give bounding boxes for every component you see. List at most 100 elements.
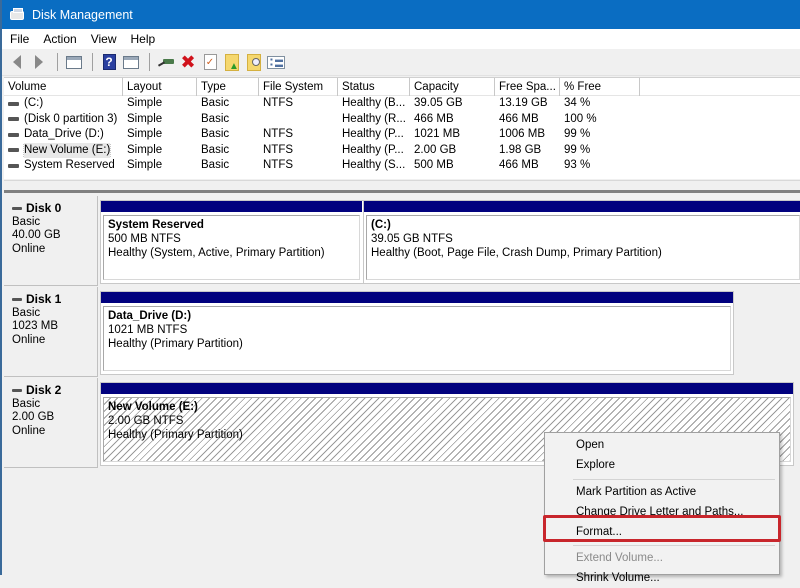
forward-button[interactable] (29, 52, 49, 72)
partition-c[interactable]: (C:) 39.05 GB NTFS Healthy (Boot, Page F… (363, 201, 800, 283)
disk-management-app-icon (10, 7, 26, 22)
partition-bar (101, 201, 362, 212)
disk-1-name-row: Disk 1 (12, 292, 97, 307)
disk-icon (12, 389, 22, 393)
cell-volume: (C:) (4, 96, 123, 112)
disk-0-label[interactable]: Disk 0 Basic 40.00 GB Online (4, 196, 98, 286)
open-button[interactable]: ▲ (222, 52, 242, 72)
show-hide-action-pane-button[interactable] (121, 52, 141, 72)
volume-row[interactable]: New Volume (E:) Simple Basic NTFS Healthy (P… (4, 142, 800, 159)
menu-action[interactable]: Action (43, 32, 76, 46)
menu-view[interactable]: View (91, 32, 117, 46)
cell-type: Basic (201, 112, 230, 125)
disk-0-partitions: System Reserved 500 MB NTFS Healthy (Sys… (100, 200, 800, 284)
disk-2-label[interactable]: Disk 2 Basic 2.00 GB Online (4, 378, 98, 468)
partition-bar (364, 201, 800, 212)
folder-search-icon (247, 53, 261, 71)
cell-filler (640, 112, 800, 128)
cell-type: Basic (201, 97, 230, 109)
disk-0-type: Basic (12, 215, 41, 228)
cell-filler (640, 158, 800, 174)
toolbar-separator (92, 53, 93, 71)
cell-percent-free: 99 % (564, 143, 591, 156)
partition-name: (C:) (371, 219, 391, 231)
disk-0-name-row: Disk 0 (12, 201, 97, 216)
column-header-percent-free[interactable]: % Free (560, 78, 640, 96)
column-header-status[interactable]: Status (338, 78, 410, 96)
partition-status: Healthy (Boot, Page File, Crash Dump, Pr… (371, 247, 662, 259)
delete-button[interactable]: ✖ (178, 52, 198, 72)
connect-virtual-disk-button[interactable] (156, 52, 176, 72)
menu-item-mark-partition-active[interactable]: Mark Partition as Active (545, 482, 779, 502)
volume-row[interactable]: System Reserved Simple Basic NTFS Healthy (S… (4, 158, 800, 174)
menu-file[interactable]: File (10, 32, 29, 46)
menu-item-explore[interactable]: Explore (545, 455, 779, 475)
disk-1-label[interactable]: Disk 1 Basic 1023 MB Online (4, 287, 98, 377)
disk-2-name-row: Disk 2 (12, 383, 97, 398)
cell-file-system: NTFS (263, 128, 294, 140)
cell-capacity: 2.00 GB (414, 143, 457, 156)
title-bar: Disk Management (2, 0, 800, 29)
cell-percent-free: 100 % (564, 112, 597, 125)
disk-2-name: Disk 2 (26, 383, 62, 397)
cell-layout: Simple (127, 112, 163, 125)
disk-2-state: Online (12, 424, 46, 437)
disk-0-state: Online (12, 242, 46, 255)
column-header-layout[interactable]: Layout (123, 78, 197, 96)
help-button[interactable]: ? (99, 52, 119, 72)
toolbar-separator (57, 53, 58, 71)
disk-1-state: Online (12, 333, 46, 346)
partition-system-reserved[interactable]: System Reserved 500 MB NTFS Healthy (Sys… (101, 201, 362, 283)
cell-filler (640, 143, 800, 159)
disk-0-name: Disk 0 (26, 201, 62, 215)
volume-name: New Volume (E:) (22, 142, 112, 158)
pane-splitter[interactable] (4, 180, 800, 193)
partition-size-fs: 39.05 GB NTFS (371, 233, 453, 245)
partition-d[interactable]: Data_Drive (D:) 1021 MB NTFS Healthy (Pr… (101, 292, 733, 374)
volume-row[interactable]: Data_Drive (D:) Simple Basic NTFS Healthy (P… (4, 127, 800, 143)
cell-status: Healthy (S... (342, 159, 406, 171)
explore-button[interactable] (244, 52, 264, 72)
cell-capacity: 466 MB (414, 112, 454, 125)
volume-row[interactable]: (C:) Simple Basic NTFS Healthy (B... 39.05 GB… (4, 96, 800, 112)
cell-type: Basic (201, 159, 230, 171)
cell-percent-free: 93 % (564, 159, 591, 171)
menu-help[interactable]: Help (131, 32, 156, 46)
menu-item-open[interactable]: Open (545, 435, 779, 455)
menu-bar: File Action View Help (2, 29, 800, 49)
menu-item-shrink-volume[interactable]: Shrink Volume... (545, 568, 779, 588)
volume-row[interactable]: (Disk 0 partition 3) Simple Basic Healthy (… (4, 112, 800, 128)
back-button[interactable] (7, 52, 27, 72)
partition-body: Data_Drive (D:) 1021 MB NTFS Healthy (Pr… (103, 306, 731, 371)
column-header-free-space[interactable]: Free Spa... (495, 78, 560, 96)
column-header-volume[interactable]: Volume (4, 78, 123, 96)
cell-file-system: NTFS (263, 159, 294, 171)
partition-name: Data_Drive (D:) (108, 310, 192, 322)
cell-file-system: NTFS (263, 143, 294, 156)
disk-row-1: Disk 1 Basic 1023 MB Online Data_Drive (… (4, 287, 800, 377)
cell-free-space: 466 MB (499, 112, 539, 125)
cell-volume: Data_Drive (D:) (4, 127, 123, 143)
cell-status: Healthy (R... (342, 112, 406, 125)
menu-separator (573, 545, 775, 546)
cell-filler (640, 96, 800, 112)
help-icon: ? (102, 54, 116, 70)
cell-file-system (259, 112, 338, 128)
partition-name: New Volume (E:) (108, 401, 198, 413)
connect-drive-icon (158, 57, 174, 67)
partition-size-fs: 2.00 GB NTFS (108, 415, 184, 427)
cell-type: Basic (201, 128, 230, 140)
volume-disk-icon (8, 148, 19, 153)
column-header-capacity[interactable]: Capacity (410, 78, 495, 96)
check-button[interactable]: ✓ (200, 52, 220, 72)
column-header-type[interactable]: Type (197, 78, 259, 96)
show-hide-console-tree-button[interactable] (64, 52, 84, 72)
column-header-file-system[interactable]: File System (259, 78, 338, 96)
volume-disk-icon (8, 132, 19, 137)
window-title: Disk Management (32, 7, 133, 22)
menu-item-extend-volume: Extend Volume... (576, 552, 663, 564)
properties-button[interactable]: ▪ ▬ ▪ ▬ (266, 52, 286, 72)
disk-1-size: 1023 MB (12, 320, 59, 332)
partition-body: System Reserved 500 MB NTFS Healthy (Sys… (103, 215, 360, 280)
cell-volume: System Reserved (4, 158, 123, 174)
